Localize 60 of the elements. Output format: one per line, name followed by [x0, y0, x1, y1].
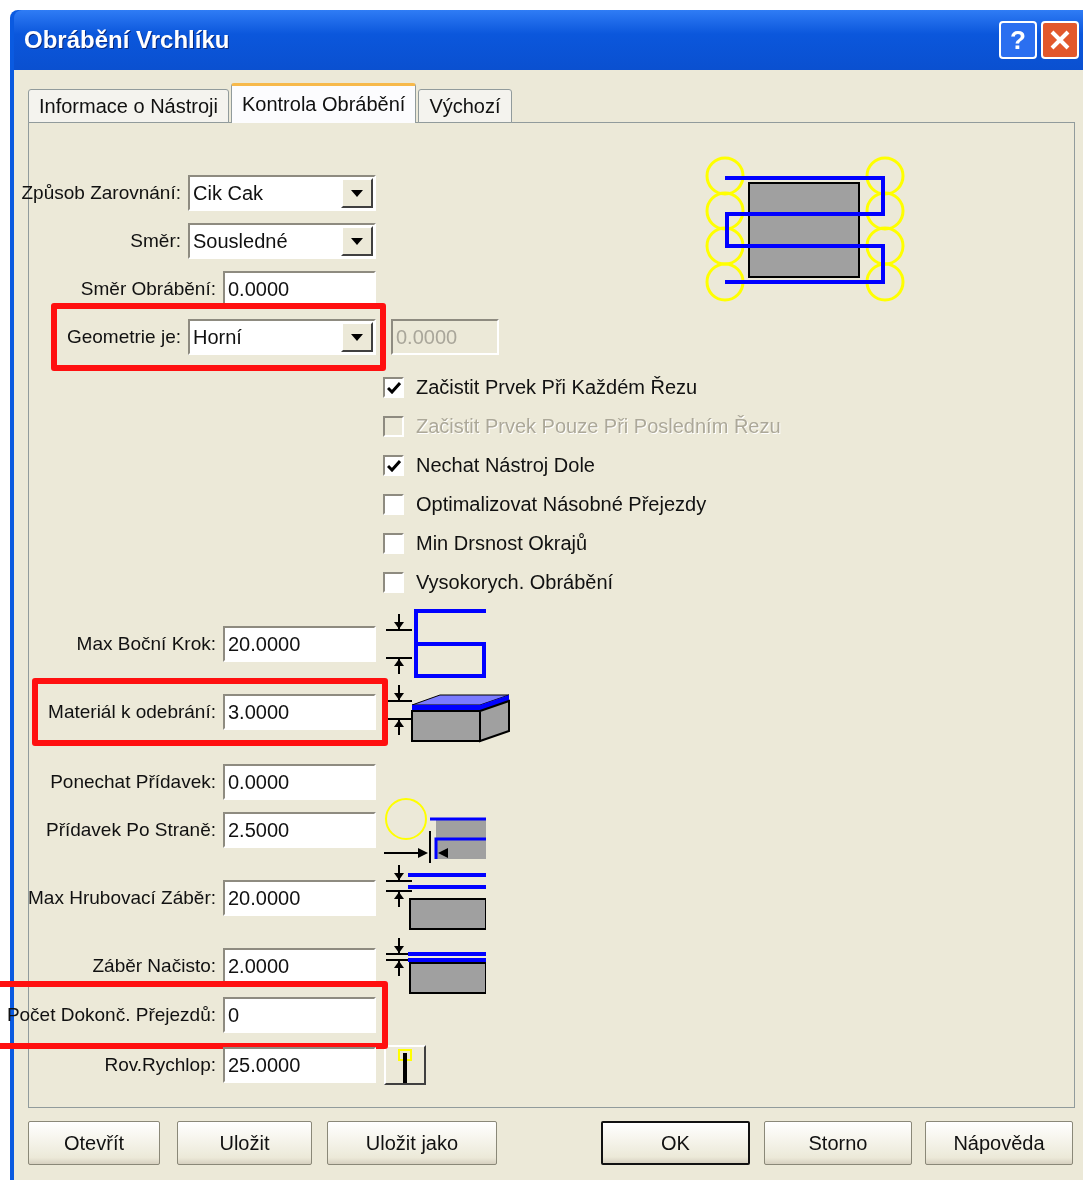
close-button[interactable]	[1041, 21, 1079, 59]
input-field[interactable]: 25.0000	[223, 1047, 376, 1083]
tab[interactable]: Kontrola Obrábění	[230, 83, 417, 123]
checkbox-label: Nechat Nástroj Dole	[416, 454, 595, 477]
checkbox-label: Optimalizovat Násobné Přejezdy	[416, 493, 707, 516]
dialog-button[interactable]: Otevřít	[28, 1121, 160, 1165]
checkbox-label: Začistit Prvek Pouze Při Posledním Řezu	[416, 415, 781, 438]
dialog-button[interactable]: Storno	[764, 1121, 912, 1165]
field-label: Max Boční Krok:	[76, 633, 216, 655]
dropdown[interactable]: Cik Cak	[188, 175, 376, 211]
field-label: Přídavek Po Straně:	[45, 819, 216, 841]
dropdown-button[interactable]	[341, 322, 373, 352]
help-button[interactable]: ?	[999, 21, 1037, 59]
input-field[interactable]: 20.0000	[223, 626, 376, 662]
field-label: Ponechat Přídavek:	[50, 771, 216, 793]
dialog-button[interactable]: Uložit jako	[327, 1121, 497, 1165]
input-field[interactable]: 2.5000	[223, 812, 376, 848]
dropdown-button[interactable]	[341, 226, 373, 256]
field-label: Rov.Rychlop:	[104, 1054, 216, 1076]
checkbox[interactable]	[383, 455, 404, 476]
check-icon	[386, 381, 401, 394]
dialog-button[interactable]: Uložit	[177, 1121, 312, 1165]
dropdown-button[interactable]	[341, 178, 373, 208]
input-field[interactable]: 0.0000	[223, 764, 376, 800]
rough-depth-icon	[384, 863, 486, 933]
field-label: Materiál k odebrání:	[48, 701, 216, 723]
checkbox-label: Začistit Prvek Při Každém Řezu	[416, 376, 698, 399]
input-field[interactable]: 20.0000	[223, 880, 376, 916]
field-label: Geometrie je:	[66, 326, 181, 348]
field-label: Směr Obrábění:	[80, 278, 216, 300]
dialog-button[interactable]: OK	[601, 1121, 750, 1165]
input-field[interactable]: 3.0000	[223, 694, 376, 730]
caret-icon	[351, 333, 363, 341]
field-label: Směr:	[130, 230, 181, 252]
checkbox-label: Min Drsnost Okrajů	[416, 532, 588, 555]
input-field[interactable]: 2.0000	[223, 948, 376, 984]
stepover-diagram-icon	[384, 608, 486, 680]
check-icon	[386, 459, 401, 472]
caret-icon	[351, 237, 363, 245]
window-title: Obrábění Vrchlíku	[24, 26, 231, 54]
checkbox[interactable]	[383, 533, 404, 554]
dropdown[interactable]: Horní	[188, 319, 376, 355]
side-allowance-icon	[384, 797, 486, 863]
field-label: Max Hrubovací Záběr:	[28, 887, 216, 909]
dropdown[interactable]: Sousledné	[188, 223, 376, 259]
checkbox[interactable]	[383, 377, 404, 398]
caret-icon	[351, 189, 363, 197]
tab[interactable]: Výchozí	[418, 89, 512, 123]
field-label: Způsob Zarovnání:	[21, 182, 181, 204]
checkbox-label: Vysokorych. Obrábění	[416, 571, 614, 594]
checkbox[interactable]	[383, 494, 404, 515]
tab[interactable]: Informace o Nástroji	[28, 89, 229, 123]
rapid-plane-button[interactable]	[384, 1045, 426, 1085]
field-label: Záběr Načisto:	[92, 955, 216, 977]
finish-depth-icon	[384, 936, 486, 996]
checkbox[interactable]	[383, 572, 404, 593]
close-icon	[1049, 29, 1071, 51]
pin-icon	[398, 1049, 412, 1083]
input-field[interactable]: 0	[223, 997, 376, 1033]
dialog-button[interactable]: Nápověda	[925, 1121, 1073, 1165]
